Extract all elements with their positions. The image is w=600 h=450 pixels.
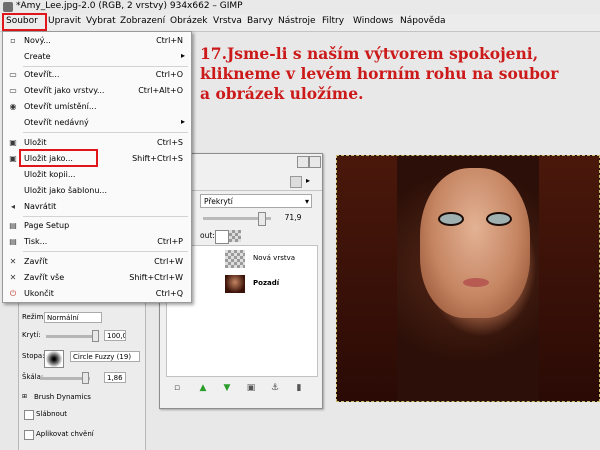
save-as-highlight-box <box>19 149 98 167</box>
menu-item-close[interactable]: ✕ Zavřít Ctrl+W <box>3 254 191 270</box>
close-all-icon: ✕ <box>9 273 17 282</box>
expand-icon[interactable]: ⊞ <box>22 393 27 400</box>
anchor-layer-icon[interactable]: ⚓ <box>270 383 280 393</box>
menu-item-open[interactable]: ▭ Otevřít... Ctrl+O <box>3 67 191 83</box>
left-eye <box>438 212 464 226</box>
raise-layer-icon[interactable]: ▲ <box>198 383 208 393</box>
instruction-line-3: a obrázek uložíme. <box>200 84 364 103</box>
opacity-slider[interactable] <box>46 335 96 338</box>
menu-item-create[interactable]: Create ▸ <box>3 49 191 65</box>
right-eye <box>486 212 512 226</box>
scale-knob[interactable] <box>82 372 89 384</box>
submenu-arrow-icon: ▸ <box>180 51 185 60</box>
opacity-knob[interactable] <box>92 330 99 342</box>
print-icon: ▤ <box>9 237 17 246</box>
menu-vrstva[interactable]: Vrstva <box>213 16 242 26</box>
layer-opacity-knob[interactable] <box>258 212 266 226</box>
brush-label: Stopa: <box>22 352 45 360</box>
save-as-icon: ▣ <box>9 154 17 163</box>
fade-checkbox[interactable] <box>24 410 34 420</box>
menu-separator <box>23 132 188 133</box>
layer-thumbnail <box>225 275 245 293</box>
mode-select[interactable]: Normální <box>44 312 102 323</box>
window-titlebar: *Amy_Lee.jpg-2.0 (RGB, 2 vrstvy) 934x662… <box>0 0 600 15</box>
menu-item-page-setup[interactable]: ▤ Page Setup <box>3 218 191 234</box>
menubar: Soubor Upravit Vybrat Zobrazení Obrázek … <box>0 14 600 32</box>
layer-name: Nová vrstva <box>253 254 296 262</box>
face <box>420 168 530 318</box>
menu-item-new[interactable]: ▫ Nový... Ctrl+N <box>3 33 191 49</box>
duplicate-layer-icon[interactable]: ▣ <box>246 383 256 393</box>
layer-mode-value: Překrytí <box>204 197 233 206</box>
menu-vybrat[interactable]: Vybrat <box>86 16 116 26</box>
menu-item-print[interactable]: ▤ Tisk... Ctrl+P <box>3 234 191 250</box>
revert-icon: ◂ <box>10 202 15 211</box>
dynamics-label[interactable]: Brush Dynamics <box>34 393 91 401</box>
lock-alpha-icon[interactable] <box>229 230 241 242</box>
lips <box>463 278 489 287</box>
menu-barvy[interactable]: Barvy <box>247 16 273 26</box>
image-photo <box>336 155 600 402</box>
lock-label: out: <box>200 231 215 240</box>
menu-item-quit[interactable]: ⏻ Ukončit Ctrl+Q <box>3 286 191 302</box>
layer-thumbnail <box>225 250 245 268</box>
tutorial-instruction: 17.Jsme-li s naším výtvorem spokojeni, k… <box>200 44 580 104</box>
lock-checkbox[interactable] <box>215 230 229 244</box>
layer-opacity-value[interactable]: 71,9 <box>273 211 313 224</box>
page-setup-icon: ▤ <box>9 221 17 230</box>
file-menu: ▫ Nový... Ctrl+N Create ▸ ▭ Otevřít... C… <box>2 31 192 303</box>
layers-button-bar: ▫ ▲ ▼ ▣ ⚓ ▮ <box>166 380 316 398</box>
menu-item-close-all[interactable]: ✕ Zavřít vše Shift+Ctrl+W <box>3 270 191 286</box>
jitter-label: Aplikovat chvění <box>36 430 94 438</box>
menu-item-open-location[interactable]: ◉ Otevřít umístění... <box>3 99 191 115</box>
hair-left <box>337 156 397 401</box>
scale-value[interactable]: 1,86 <box>104 372 126 383</box>
menu-napoveda[interactable]: Nápověda <box>400 16 446 26</box>
menu-item-save-copy[interactable]: Uložit kopii... <box>3 167 191 183</box>
tab-configure-icon[interactable]: ▸ <box>306 176 310 185</box>
submenu-arrow-icon: ▸ <box>180 117 185 126</box>
jitter-checkbox[interactable] <box>24 430 34 440</box>
menu-item-open-as-layers[interactable]: ▭ Otevřít jako vrstvy... Ctrl+Alt+O <box>3 83 191 99</box>
quit-icon: ⏻ <box>9 289 17 298</box>
open-layers-icon: ▭ <box>9 86 17 95</box>
tab-menu-icon[interactable] <box>290 176 302 188</box>
menu-item-revert[interactable]: ◂ Navrátit <box>3 199 191 215</box>
save-icon: ▣ <box>9 138 17 147</box>
opacity-label: Krytí: <box>22 331 41 339</box>
soubor-highlight-box <box>2 13 47 31</box>
lower-layer-icon[interactable]: ▼ <box>222 383 232 393</box>
menu-zobrazeni[interactable]: Zobrazení <box>120 16 165 26</box>
opacity-value[interactable]: 100,0 <box>104 330 126 341</box>
menu-item-open-recent[interactable]: Otevřít nedávný ▸ <box>3 115 191 131</box>
menu-separator <box>23 216 188 217</box>
gimp-app-icon <box>3 2 13 12</box>
menu-separator <box>23 251 188 252</box>
menu-filtry[interactable]: Filtry <box>322 16 344 26</box>
menu-windows[interactable]: Windows <box>353 16 393 26</box>
close-icon[interactable] <box>309 156 321 168</box>
close-icon: ✕ <box>9 257 17 266</box>
new-layer-icon[interactable]: ▫ <box>172 383 182 393</box>
layer-mode-select[interactable]: Překrytí ▾ <box>200 194 312 208</box>
new-document-icon: ▫ <box>10 36 16 45</box>
menu-upravit[interactable]: Upravit <box>48 16 81 26</box>
instruction-line-1: 17.Jsme-li s naším výtvorem spokojeni, <box>200 44 539 63</box>
open-location-icon: ◉ <box>9 102 17 111</box>
delete-layer-icon[interactable]: ▮ <box>294 383 304 393</box>
instruction-line-2: klikneme v levém horním rohu na soubor <box>200 64 559 83</box>
brush-preview-icon[interactable] <box>44 350 64 368</box>
open-folder-icon: ▭ <box>9 70 17 79</box>
minimize-icon[interactable] <box>297 156 309 168</box>
menu-obrazek[interactable]: Obrázek <box>170 16 208 26</box>
hair-right <box>539 156 599 401</box>
brush-name[interactable]: Circle Fuzzy (19) <box>70 351 140 362</box>
menu-item-save-template[interactable]: Uložit jako šablonu... <box>3 183 191 199</box>
chevron-down-icon: ▾ <box>304 197 309 206</box>
mode-label: Režim: <box>22 313 46 321</box>
layer-name: Pozadí <box>253 279 280 287</box>
fade-label: Slábnout <box>36 410 68 418</box>
window-title: *Amy_Lee.jpg-2.0 (RGB, 2 vrstvy) 934x662… <box>16 1 243 11</box>
menu-nastroje[interactable]: Nástroje <box>278 16 316 26</box>
